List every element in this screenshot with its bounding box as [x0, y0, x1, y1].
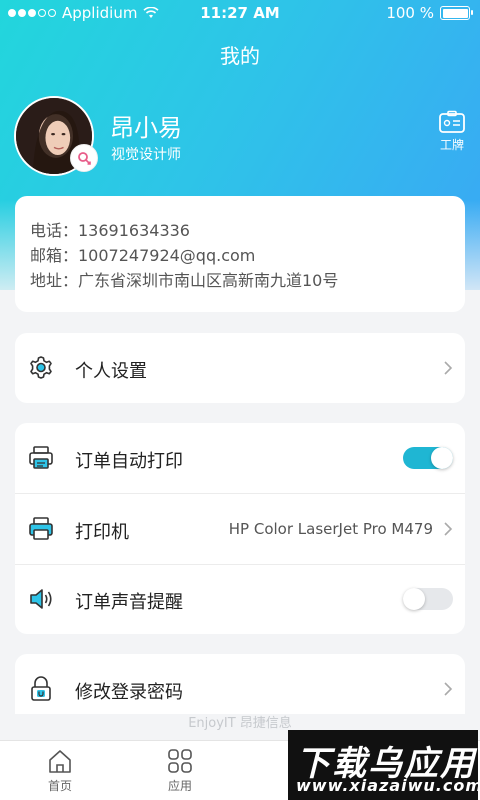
printer-icon	[29, 446, 53, 469]
auto-print-toggle[interactable]	[403, 447, 453, 469]
tab-home[interactable]: 首页	[20, 747, 100, 794]
sound-alert-row: 订单声音提醒	[15, 564, 465, 634]
tab-home-label: 首页	[47, 779, 72, 793]
user-name: 昂小易	[110, 114, 182, 142]
email-text: 邮箱：1007247924@qq.com	[30, 246, 256, 265]
avatar-edit-button[interactable]	[70, 144, 98, 172]
security-card: 修改登录密码	[15, 654, 465, 714]
battery-icon	[440, 6, 473, 20]
tab-apps-label: 应用	[167, 779, 192, 793]
speaker-icon	[30, 589, 52, 609]
printer-value: HP Color LaserJet Pro M479	[228, 520, 433, 538]
work-badge-label: 工牌	[439, 138, 464, 152]
lock-icon	[31, 676, 51, 701]
watermark: 下载乌应用 www.xiazaiwu.com	[288, 730, 478, 800]
personal-settings-label: 个人设置	[75, 361, 147, 382]
user-role: 视觉设计师	[111, 147, 181, 163]
auto-print-label: 订单自动打印	[75, 451, 183, 472]
change-password-row[interactable]: 修改登录密码	[15, 654, 465, 714]
gear-icon	[30, 356, 52, 379]
status-right: 100 %	[386, 4, 473, 22]
chevron-right-icon	[444, 361, 453, 375]
status-bar: Applidium 11:27 AM 100 %	[0, 0, 480, 26]
sound-alert-toggle[interactable]	[403, 588, 453, 610]
personal-settings-row[interactable]: 个人设置	[15, 333, 465, 403]
settings-card: 个人设置	[15, 333, 465, 403]
contact-card: 电话：13691634336 邮箱：1007247924@qq.com 地址：广…	[15, 196, 465, 312]
address-text: 地址：广东省深圳市南山区高新南九道10号	[30, 271, 339, 290]
auto-print-row: 订单自动打印	[15, 423, 465, 493]
page-title: 我的	[220, 44, 260, 68]
print-settings-card: 订单自动打印 打印机 HP Color LaserJet Pro M479 订单…	[15, 423, 465, 634]
apps-grid-icon	[168, 749, 192, 773]
chevron-right-icon	[444, 682, 453, 696]
home-icon	[49, 750, 71, 773]
sound-alert-label: 订单声音提醒	[75, 592, 183, 613]
female-symbol-icon	[78, 152, 91, 165]
tab-apps[interactable]: 应用	[140, 747, 220, 794]
phone-text: 电话：13691634336	[30, 221, 190, 240]
footer-brand: EnjoyIT 昂捷信息	[188, 716, 292, 731]
work-badge-button[interactable]: 工牌	[434, 110, 470, 153]
id-badge-icon	[439, 110, 465, 133]
printer-row[interactable]: 打印机 HP Color LaserJet Pro M479	[15, 494, 465, 564]
change-password-label: 修改登录密码	[75, 682, 183, 703]
chevron-right-icon	[444, 522, 453, 536]
watermark-url: www.xiazaiwu.com	[296, 776, 478, 795]
battery-label: 100 %	[386, 4, 434, 22]
printer-label: 打印机	[75, 522, 129, 543]
printer-device-icon	[29, 517, 53, 540]
